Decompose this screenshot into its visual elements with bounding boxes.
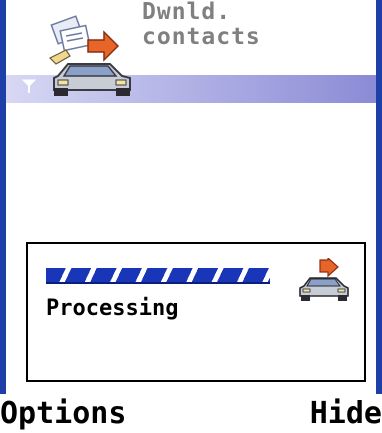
signal-antenna-icon (22, 79, 36, 93)
progress-dialog: Processing (26, 242, 366, 382)
frame-right-border (376, 0, 382, 394)
title-pane: Dwnld. contacts (6, 0, 376, 103)
progress-bar (46, 268, 282, 284)
processing-label: Processing (46, 296, 179, 321)
options-softkey[interactable]: Options (0, 396, 126, 431)
phone-screen: Dwnld. contacts Processing Options Hide (0, 0, 382, 433)
download-contacts-icon (48, 15, 131, 96)
title-line-1: Dwnld. (142, 0, 232, 25)
car-download-icon (299, 258, 349, 301)
page-title: Dwnld. contacts (142, 0, 362, 50)
softkey-bar: Options Hide (0, 394, 382, 433)
title-line-2: contacts (142, 24, 261, 50)
hide-softkey[interactable]: Hide (310, 396, 382, 431)
progress-fill (46, 268, 271, 284)
